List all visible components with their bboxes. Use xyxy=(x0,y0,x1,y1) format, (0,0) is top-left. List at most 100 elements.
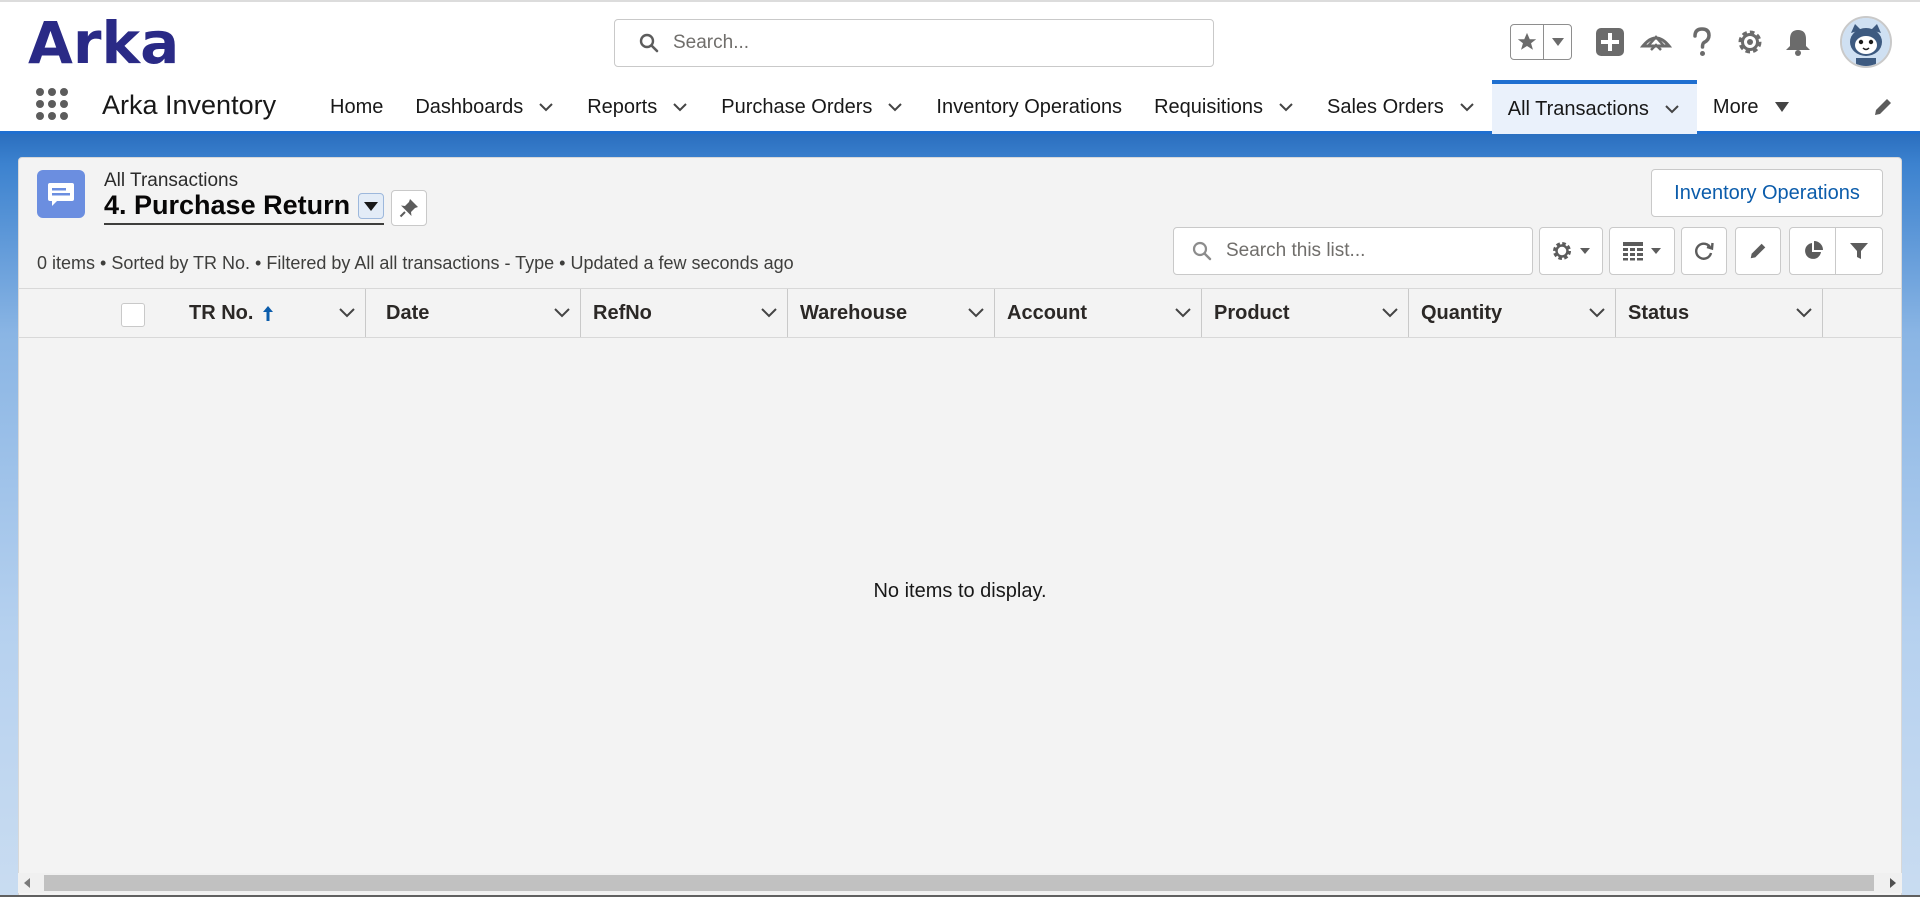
favorites-star-button[interactable] xyxy=(1511,25,1545,59)
nav-item-label: Sales Orders xyxy=(1327,95,1444,118)
edit-list-button[interactable] xyxy=(1735,227,1781,275)
chevron-down-icon[interactable] xyxy=(886,98,904,116)
global-search-input[interactable] xyxy=(673,32,1173,54)
nav-item-sales-orders[interactable]: Sales Orders xyxy=(1311,80,1492,134)
chevron-down-icon[interactable] xyxy=(1173,304,1193,322)
show-charts-button[interactable] xyxy=(1790,228,1836,274)
caret-down-icon xyxy=(1775,102,1790,112)
column-header-quantity[interactable]: Quantity xyxy=(1409,289,1616,337)
nav-item-all-transactions[interactable]: All Transactions xyxy=(1491,80,1697,134)
app-name: Arka Inventory xyxy=(102,90,277,120)
column-header-status[interactable]: Status xyxy=(1616,289,1823,337)
column-header-tr-no[interactable]: TR No. xyxy=(159,289,366,337)
sort-ascending-arrow-icon xyxy=(263,306,274,321)
column-header-date[interactable]: Date xyxy=(374,289,581,337)
chevron-down-icon[interactable] xyxy=(537,98,555,116)
column-header-refno[interactable]: RefNo xyxy=(581,289,788,337)
trailhead-icon xyxy=(1640,35,1672,51)
chevron-down-icon[interactable] xyxy=(1663,100,1681,118)
nav-item-reports[interactable]: Reports xyxy=(571,80,705,134)
nav-item-label: Inventory Operations xyxy=(936,95,1123,118)
column-header-warehouse[interactable]: Warehouse xyxy=(788,289,995,337)
nav-item-requisitions[interactable]: Requisitions xyxy=(1138,80,1311,134)
refresh-icon xyxy=(1695,242,1714,260)
nav-item-label: More xyxy=(1712,95,1759,118)
caret-down-icon xyxy=(1651,248,1661,254)
column-label: Quantity xyxy=(1421,301,1503,324)
pin-icon xyxy=(399,199,418,218)
chevron-down-icon[interactable] xyxy=(1794,304,1814,322)
empty-state-message: No items to display. xyxy=(873,580,1047,602)
chevron-down-icon[interactable] xyxy=(1277,98,1295,116)
chevron-down-icon[interactable] xyxy=(1587,304,1607,322)
global-search-box[interactable] xyxy=(614,19,1214,67)
scroll-right-arrow-icon[interactable] xyxy=(1890,878,1896,888)
favorites-list-button[interactable] xyxy=(1544,25,1571,59)
show-filters-button[interactable] xyxy=(1836,228,1882,274)
chevron-down-icon[interactable] xyxy=(1458,98,1476,116)
list-view-meta: 0 items • Sorted by TR No. • Filtered by… xyxy=(37,253,794,273)
list-search-input[interactable] xyxy=(1226,240,1526,262)
pie-chart-icon xyxy=(1804,241,1823,259)
caret-down-icon xyxy=(1551,38,1564,46)
record-icon xyxy=(48,183,74,206)
column-header-product[interactable]: Product xyxy=(1202,289,1409,337)
global-actions-button[interactable] xyxy=(1592,24,1628,60)
list-view-selector[interactable]: 4. Purchase Return xyxy=(104,190,385,225)
nav-item-label: Requisitions xyxy=(1154,95,1264,118)
display-as-button[interactable] xyxy=(1609,227,1675,275)
nav-item-label: Home xyxy=(330,95,384,118)
object-icon xyxy=(37,170,85,218)
nav-item-label: Purchase Orders xyxy=(721,95,873,118)
chevron-down-icon[interactable] xyxy=(966,304,986,322)
chevron-down-icon[interactable] xyxy=(1380,304,1400,322)
list-view-card: All Transactions 4. Purchase Return Inve… xyxy=(18,157,1902,897)
object-label: All Transactions xyxy=(104,170,239,191)
horizontal-scrollbar[interactable] xyxy=(18,873,1902,893)
column-label: Status xyxy=(1628,301,1690,324)
avatar[interactable] xyxy=(1840,16,1892,68)
column-label: Date xyxy=(386,301,430,324)
favorites-button-group[interactable] xyxy=(1510,24,1572,60)
filter-icon xyxy=(1850,243,1868,259)
list-view-dropdown-button[interactable] xyxy=(358,192,385,219)
setup-button[interactable] xyxy=(1732,24,1768,60)
nav-item-home[interactable]: Home xyxy=(314,80,399,134)
select-column xyxy=(19,289,159,337)
notifications-button[interactable] xyxy=(1780,24,1816,60)
nav-item-inventory-operations[interactable]: Inventory Operations xyxy=(920,80,1138,134)
app-launcher-icon[interactable] xyxy=(36,88,68,120)
nav-items: Home Dashboards Reports Purchase Orders … xyxy=(314,80,1806,134)
chevron-down-icon[interactable] xyxy=(759,304,779,322)
setup-gear-icon xyxy=(1738,30,1762,54)
nav-item-dashboards[interactable]: Dashboards xyxy=(399,80,571,134)
nav-item-label: Dashboards xyxy=(415,95,524,118)
select-all-checkbox[interactable] xyxy=(121,303,145,327)
nav-item-purchase-orders[interactable]: Purchase Orders xyxy=(705,80,920,134)
star-icon xyxy=(1518,32,1537,50)
list-view-controls-button[interactable] xyxy=(1539,227,1603,275)
chevron-down-icon[interactable] xyxy=(337,304,357,322)
app-navigation-bar: Arka Inventory Home Dashboards Reports P… xyxy=(0,80,1920,134)
trailhead-button[interactable] xyxy=(1638,24,1674,60)
nav-item-more[interactable]: More xyxy=(1697,80,1807,134)
nav-item-label: Reports xyxy=(587,95,658,118)
column-label: Warehouse xyxy=(800,301,908,324)
help-button[interactable] xyxy=(1684,24,1720,60)
chevron-down-icon[interactable] xyxy=(671,98,689,116)
gear-icon xyxy=(1553,242,1571,260)
list-search-box[interactable] xyxy=(1173,227,1533,275)
scroll-left-arrow-icon[interactable] xyxy=(24,878,30,888)
column-header-account[interactable]: Account xyxy=(995,289,1202,337)
table-header-row: TR No. Date RefNo Warehouse Account Prod… xyxy=(19,288,1901,338)
column-label: RefNo xyxy=(593,301,652,324)
chevron-down-icon[interactable] xyxy=(552,304,572,322)
pin-list-view-button[interactable] xyxy=(391,190,427,226)
scrollbar-thumb[interactable] xyxy=(44,875,1874,891)
edit-nav-pencil-icon[interactable] xyxy=(1872,96,1894,118)
search-icon xyxy=(1192,241,1212,261)
refresh-button[interactable] xyxy=(1681,227,1727,275)
inventory-operations-button[interactable]: Inventory Operations xyxy=(1651,169,1883,217)
company-logo[interactable]: Arka xyxy=(28,14,179,72)
column-label: TR No. xyxy=(189,301,254,324)
